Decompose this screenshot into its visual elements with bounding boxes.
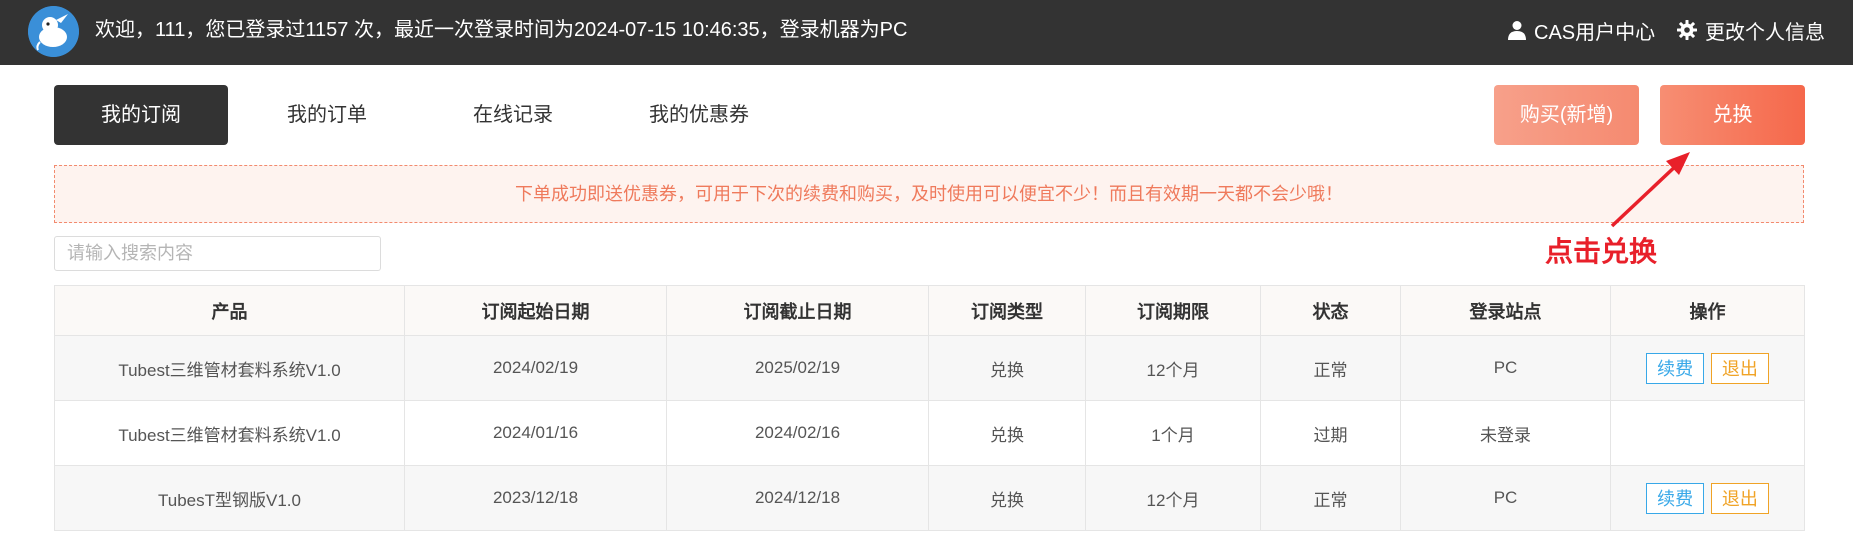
end-date-cell: 2024/02/16 — [666, 400, 929, 466]
product-cell: Tubest三维管材套料系统V1.0 — [54, 400, 405, 466]
status-cell: 过期 — [1260, 400, 1401, 466]
tab-my-subscriptions[interactable]: 我的订阅 — [54, 85, 228, 145]
type-cell: 兑换 — [928, 465, 1086, 531]
user-icon — [1508, 21, 1526, 40]
column-header: 订阅起始日期 — [404, 285, 667, 336]
type-cell: 兑换 — [928, 335, 1086, 401]
coupon-notice: 下单成功即送优惠券，可用于下次的续费和购买，及时使用可以便宜不少！而且有效期一天… — [54, 165, 1804, 223]
actions-cell: 续费 退出 — [1610, 335, 1805, 401]
column-header: 订阅类型 — [928, 285, 1086, 336]
tab-online-records[interactable]: 在线记录 — [430, 85, 596, 145]
start-date-cell: 2024/02/19 — [404, 335, 667, 401]
term-cell: 12个月 — [1085, 335, 1261, 401]
table-row: Tubest三维管材套料系统V1.0 2024/02/19 2025/02/19… — [54, 335, 1805, 401]
column-header: 订阅期限 — [1085, 285, 1261, 336]
column-header: 登录站点 — [1400, 285, 1611, 336]
table-row: Tubest三维管材套料系统V1.0 2024/01/16 2024/02/16… — [54, 400, 1805, 466]
welcome-message: 欢迎，111，您已登录过1157 次，最近一次登录时间为2024-07-15 1… — [95, 19, 908, 41]
table-header-row: 产品 订阅起始日期 订阅截止日期 订阅类型 订阅期限 状态 登录站点 操作 — [54, 285, 1805, 336]
start-date-cell: 2023/12/18 — [404, 465, 667, 531]
term-cell: 1个月 — [1085, 400, 1261, 466]
actions-cell: 续费 退出 — [1610, 465, 1805, 531]
status-cell: 正常 — [1260, 335, 1401, 401]
redeem-button[interactable]: 兑换 — [1660, 85, 1805, 145]
quit-button[interactable]: 退出 — [1710, 482, 1769, 514]
end-date-cell: 2024/12/18 — [666, 465, 929, 531]
renew-button[interactable]: 续费 — [1646, 352, 1705, 384]
column-header: 订阅截止日期 — [666, 285, 929, 336]
tab-my-orders[interactable]: 我的订单 — [242, 85, 412, 145]
buy-new-button[interactable]: 购买(新增) — [1494, 85, 1639, 145]
product-cell: Tubest三维管材套料系统V1.0 — [54, 335, 405, 401]
cas-link-label: CAS用户中心 — [1534, 21, 1656, 44]
column-header: 状态 — [1260, 285, 1401, 336]
tab-my-coupons[interactable]: 我的优惠券 — [614, 85, 784, 145]
end-date-cell: 2025/02/19 — [666, 335, 929, 401]
actions-cell — [1610, 400, 1805, 466]
site-cell: PC — [1400, 335, 1611, 401]
mascot-logo-icon — [28, 6, 79, 57]
term-cell: 12个月 — [1085, 465, 1261, 531]
type-cell: 兑换 — [928, 400, 1086, 466]
status-cell: 正常 — [1260, 465, 1401, 531]
cas-user-center-link[interactable]: CAS用户中心 — [1508, 0, 1655, 60]
start-date-cell: 2024/01/16 — [404, 400, 667, 466]
subscription-table: 产品 订阅起始日期 订阅截止日期 订阅类型 订阅期限 状态 登录站点 操作 Tu… — [54, 285, 1805, 531]
annotation-label: 点击兑换 — [1545, 236, 1658, 267]
gear-icon — [1677, 20, 1697, 40]
site-cell: 未登录 — [1400, 400, 1611, 466]
product-cell: TubesT型钢版V1.0 — [54, 465, 405, 531]
profile-link-label: 更改个人信息 — [1705, 21, 1825, 44]
quit-button[interactable]: 退出 — [1710, 352, 1769, 384]
top-bar: 欢迎，111，您已登录过1157 次，最近一次登录时间为2024-07-15 1… — [0, 0, 1853, 65]
renew-button[interactable]: 续费 — [1646, 482, 1705, 514]
column-header: 产品 — [54, 285, 405, 336]
search-input[interactable] — [54, 236, 381, 271]
column-header: 操作 — [1610, 285, 1805, 336]
site-cell: PC — [1400, 465, 1611, 531]
table-row: TubesT型钢版V1.0 2023/12/18 2024/12/18 兑换 1… — [54, 465, 1805, 531]
edit-profile-link[interactable]: 更改个人信息 — [1677, 0, 1825, 60]
